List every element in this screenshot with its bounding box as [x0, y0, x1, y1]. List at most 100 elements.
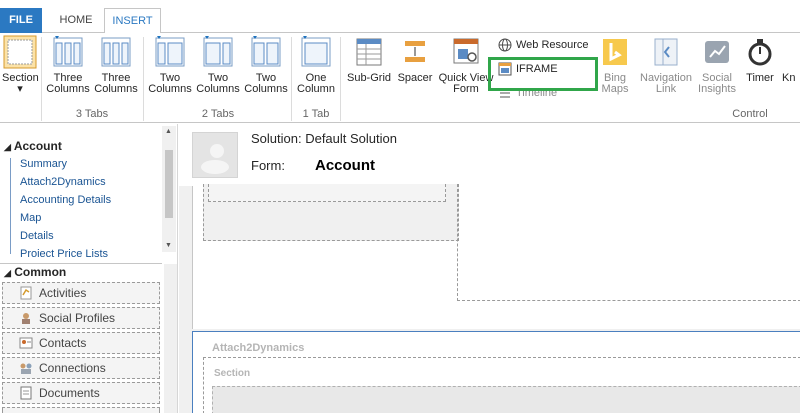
contacts-icon — [19, 337, 33, 349]
form-label: Form: — [251, 158, 285, 173]
two-columns-icon — [251, 36, 281, 67]
globe-icon — [498, 38, 512, 52]
bing-maps-icon — [603, 39, 627, 65]
group-label-3-tabs: 3 Tabs — [75, 108, 109, 120]
nav-link-map[interactable]: Map — [20, 212, 41, 224]
three-columns-icon — [53, 36, 83, 67]
timer-icon — [748, 39, 772, 66]
kn-button[interactable]: Kn — [782, 35, 800, 84]
documents-icon — [20, 386, 32, 400]
nav-scroll-thumb[interactable] — [165, 150, 173, 218]
navigation-link-button[interactable]: Navigation Link — [638, 35, 694, 95]
common-item-connections[interactable]: Connections — [2, 357, 160, 379]
common-item-activities[interactable]: Activities — [2, 282, 160, 304]
tab-attach2dynamics[interactable]: Attach2Dynamics Section — [192, 331, 800, 413]
nav-link-details[interactable]: Details — [20, 230, 54, 242]
one-column-button[interactable]: One Column — [295, 35, 337, 95]
field-placeholder[interactable] — [208, 184, 446, 202]
form-name: Account — [315, 157, 375, 174]
two-columns-button-3[interactable]: Two Columns — [243, 35, 289, 95]
avatar — [192, 132, 238, 178]
nav-header-account: ◢ Account — [4, 139, 62, 153]
navigation-link-icon — [654, 38, 678, 66]
nav-link-summary[interactable]: Summary — [20, 158, 67, 170]
nav-header-common: ◢ Common — [4, 265, 66, 279]
user-placeholder-icon — [201, 144, 229, 174]
social-profiles-icon — [22, 313, 30, 324]
nav-header-label: Account — [13, 139, 62, 153]
nav-link-attach2dynamics[interactable]: Attach2Dynamics — [20, 176, 106, 188]
spacer-label: Spacer — [397, 72, 433, 84]
timer-label: Timer — [746, 72, 774, 84]
form-header: Solution: Default Solution Form: Account — [179, 124, 800, 186]
common-item-label: Contacts — [39, 336, 87, 350]
one-column-label-2: Column — [297, 83, 335, 95]
tab-insert[interactable]: INSERT — [104, 8, 161, 34]
social-insights-icon — [705, 41, 729, 63]
section-container[interactable]: Section — [203, 357, 800, 413]
three-columns-button-1[interactable]: Three Columns — [45, 35, 91, 95]
web-resource-button[interactable]: Web Resource — [498, 37, 589, 53]
spacer-button[interactable]: Spacer — [396, 35, 434, 84]
nav-scrollbar[interactable]: ▲ ▼ — [162, 126, 176, 252]
section-icon — [3, 35, 37, 69]
section-placeholder-right[interactable] — [457, 184, 800, 301]
nav-link-project-price-lists[interactable]: Project Price Lists — [20, 248, 108, 257]
solution-title: Solution: Default Solution — [251, 131, 397, 146]
group-divider — [41, 37, 42, 121]
two-columns-label-2: Columns — [196, 83, 240, 95]
common-item-documents[interactable]: Documents — [2, 382, 160, 404]
common-item-label: Activities — [39, 286, 87, 300]
collapse-triangle-icon[interactable]: ◢ — [4, 142, 11, 152]
section-button[interactable]: Section ▾ — [2, 35, 39, 95]
common-item-social-profiles[interactable]: Social Profiles — [2, 307, 160, 329]
three-columns-label-2: Columns — [94, 83, 138, 95]
subgrid-button[interactable]: Sub-Grid — [346, 35, 392, 84]
quick-view-form-button[interactable]: Quick View Form — [438, 35, 494, 95]
common-item-partial[interactable] — [2, 407, 160, 413]
ribbon: Section ▾ Three Columns Three Columns 3 … — [0, 33, 800, 123]
two-columns-label-2: Columns — [244, 83, 288, 95]
common-item-label: Social Profiles — [39, 311, 116, 325]
group-divider — [143, 37, 144, 121]
web-resource-highlight — [488, 57, 598, 91]
three-columns-label-2: Columns — [46, 83, 90, 95]
common-item-label: Connections — [39, 361, 106, 375]
form-editor: Solution: Default Solution Form: Account… — [179, 124, 800, 413]
two-columns-icon — [203, 36, 233, 67]
tab-home[interactable]: HOME — [48, 8, 104, 33]
form-canvas — [192, 184, 800, 329]
ribbon-tab-strip: FILE HOME INSERT — [0, 0, 800, 34]
section-field-area[interactable] — [212, 386, 800, 413]
tab-file[interactable]: FILE — [0, 8, 42, 33]
divider — [0, 263, 162, 264]
web-resource-label: Web Resource — [516, 39, 589, 51]
group-label-1-tab: 1 Tab — [302, 108, 330, 120]
timer-button[interactable]: Timer — [742, 35, 778, 84]
collapse-triangle-icon[interactable]: ◢ — [4, 268, 11, 278]
quick-view-form-icon — [453, 38, 479, 64]
three-columns-button-2[interactable]: Three Columns — [93, 35, 139, 95]
section-placeholder-left[interactable] — [203, 184, 459, 241]
group-divider — [291, 37, 292, 121]
two-columns-label-2: Columns — [148, 83, 192, 95]
two-columns-button-2[interactable]: Two Columns — [195, 35, 241, 95]
two-columns-button-1[interactable]: Two Columns — [147, 35, 193, 95]
group-label-2-tabs: 2 Tabs — [201, 108, 235, 120]
social-insights-button[interactable]: Social Insights — [696, 35, 738, 95]
common-scrollbar[interactable] — [164, 264, 177, 413]
social-insights-label-2: Insights — [698, 83, 736, 95]
kn-label: Kn — [782, 72, 796, 84]
tab-title: Attach2Dynamics — [212, 342, 305, 354]
one-column-icon — [301, 36, 331, 67]
common-item-label: Documents — [39, 386, 100, 400]
common-item-contacts[interactable]: Contacts — [2, 332, 160, 354]
nav-link-accounting-details[interactable]: Accounting Details — [20, 194, 111, 206]
subgrid-label: Sub-Grid — [346, 72, 392, 84]
form-navigation: ◢ Account Summary Attach2Dynamics Accoun… — [0, 124, 178, 413]
scroll-down-icon[interactable]: ▼ — [165, 242, 172, 249]
scroll-up-icon[interactable]: ▲ — [165, 128, 172, 135]
subgrid-icon — [356, 38, 382, 66]
bing-maps-button[interactable]: Bing Maps — [596, 35, 634, 95]
connections-icon — [20, 363, 32, 374]
